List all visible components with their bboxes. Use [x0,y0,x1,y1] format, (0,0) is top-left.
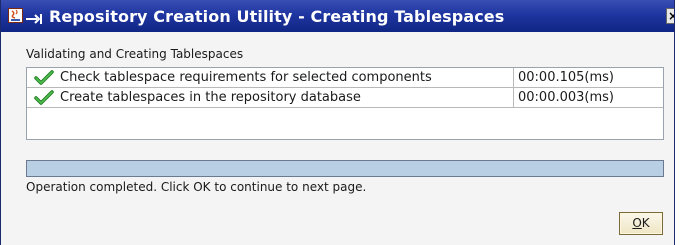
close-button[interactable]: × [666,8,674,24]
checkmark-icon [34,70,54,86]
task-row[interactable]: Check tablespace requirements for select… [27,68,663,88]
progress-bar [26,160,664,177]
close-icon: × [668,9,674,23]
task-table: Check tablespace requirements for select… [26,67,664,140]
checkmark-icon [34,90,54,106]
task-name: Check tablespace requirements for select… [60,70,432,85]
ok-button[interactable]: OK [619,212,663,235]
ok-button-label: OK [632,216,650,230]
task-row[interactable]: Create tablespaces in the repository dat… [27,88,663,108]
dialog-window: Repository Creation Utility - Creating T… [0,0,675,245]
section-heading: Validating and Creating Tablespaces [26,47,244,61]
java-app-icon[interactable] [8,8,23,23]
status-message: Operation completed. Click OK to continu… [26,180,367,194]
task-time: 00:00.105(ms) [513,68,663,87]
progress-bar-fill [27,161,663,176]
minimize-arrow-icon[interactable] [25,10,43,24]
task-time: 00:00.003(ms) [513,88,663,107]
window-title: Repository Creation Utility - Creating T… [49,7,505,26]
title-bar[interactable]: Repository Creation Utility - Creating T… [1,0,674,32]
task-name: Create tablespaces in the repository dat… [60,90,361,105]
